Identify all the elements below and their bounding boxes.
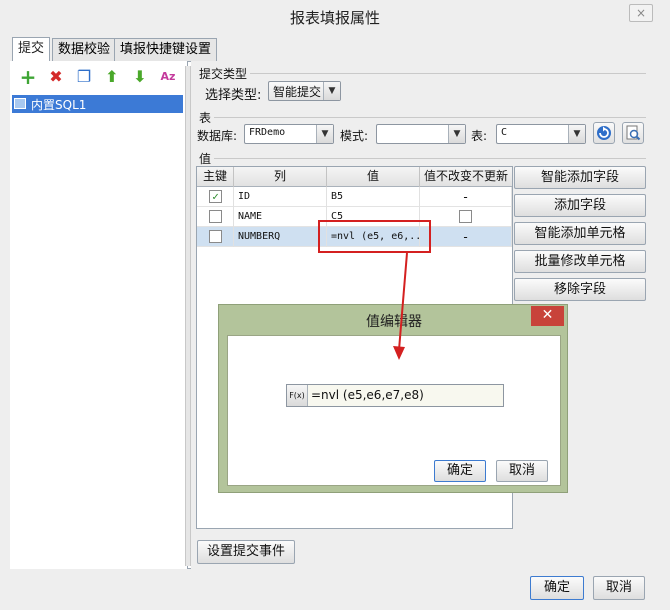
schema-select[interactable]: ▼ [376, 124, 466, 144]
move-up-icon[interactable]: ⬆ [103, 68, 121, 86]
set-submit-event-button[interactable]: 设置提交事件 [197, 540, 295, 564]
annotation-arrow [393, 252, 408, 360]
no-update-checkbox[interactable] [459, 210, 472, 223]
tab-shortcut-settings[interactable]: 填报快捷键设置 [114, 38, 218, 61]
formula-text: =nvl (e5,e6,e7,e8) [311, 388, 424, 402]
highlight-box [318, 220, 431, 253]
remove-field-button[interactable]: 移除字段 [514, 278, 646, 301]
column-header-no-update[interactable]: 值不改变不更新 [420, 167, 512, 187]
column-header-value[interactable]: 值 [327, 167, 420, 187]
formula-function-button[interactable]: F(x) [287, 385, 308, 406]
submit-type-section-label: 提交类型 [199, 67, 248, 81]
window-title: 报表填报属性 [289, 9, 380, 27]
move-down-icon[interactable]: ⬇ [131, 68, 149, 86]
chevron-down-icon: ▼ [316, 125, 333, 143]
refresh-button[interactable] [593, 122, 615, 144]
table-header: 主键 列 值 值不改变不更新 [197, 167, 512, 187]
no-update-cell[interactable]: - [420, 227, 512, 247]
submit-type-select[interactable]: 智能提交 ▼ [268, 81, 341, 101]
tree-item-builtin-sql1[interactable]: 内置SQL1 [12, 95, 183, 113]
magnifier-icon [626, 125, 641, 141]
add-icon[interactable]: + [19, 67, 37, 87]
no-update-cell[interactable]: - [420, 187, 512, 207]
value-cell[interactable]: B5 [327, 187, 420, 207]
primary-key-checkbox[interactable] [209, 230, 222, 243]
tree-item-label: 内置SQL1 [31, 98, 87, 112]
value-section-label: 值 [199, 152, 212, 166]
formula-input[interactable]: F(x) =nvl (e5,e6,e7,e8) [286, 384, 504, 407]
chevron-down-icon: ▼ [568, 125, 585, 143]
divider [214, 158, 646, 159]
table-row[interactable]: ✓ ID B5 - [197, 187, 512, 207]
pk-cell: ✓ [197, 187, 234, 207]
divider [250, 73, 646, 74]
refresh-icon [597, 126, 611, 140]
add-field-button[interactable]: 添加字段 [514, 194, 646, 217]
dialog-ok-button[interactable]: 确定 [434, 460, 486, 482]
database-select[interactable]: FRDemo ▼ [244, 124, 334, 144]
tab-data-validation[interactable]: 数据校验 [52, 38, 117, 61]
submit-type-value: 智能提交 [273, 85, 322, 99]
window-close-button[interactable]: × [629, 4, 653, 22]
select-type-label: 选择类型: [205, 88, 262, 103]
sort-icon[interactable]: Az [157, 68, 179, 86]
sql-item-icon [14, 98, 26, 109]
dialog-close-button[interactable]: ✕ [531, 306, 564, 326]
column-cell[interactable]: NUMBERQ [234, 227, 327, 247]
schema-label: 模式: [340, 129, 369, 143]
preview-table-button[interactable] [622, 122, 644, 144]
column-cell[interactable]: ID [234, 187, 327, 207]
ok-button[interactable]: 确定 [530, 576, 584, 600]
table-section-label: 表 [199, 111, 212, 125]
database-value: FRDemo [249, 127, 286, 138]
pk-cell [197, 227, 234, 247]
batch-modify-cell-button[interactable]: 批量修改单元格 [514, 250, 646, 273]
divider [214, 117, 646, 118]
primary-key-checkbox[interactable]: ✓ [209, 190, 222, 203]
copy-icon[interactable]: ❐ [75, 68, 93, 86]
smart-add-field-button[interactable]: 智能添加字段 [514, 166, 646, 189]
fx-icon: F(x) [289, 391, 305, 400]
smart-add-cell-button[interactable]: 智能添加单元格 [514, 222, 646, 245]
column-header-primary-key[interactable]: 主键 [197, 167, 234, 187]
delete-icon[interactable]: ✖ [47, 68, 65, 86]
database-label: 数据库: [197, 129, 238, 143]
dialog-cancel-button[interactable]: 取消 [496, 460, 548, 482]
submit-list-pane [10, 61, 188, 569]
primary-key-checkbox[interactable] [209, 210, 222, 223]
no-update-cell [420, 207, 512, 227]
pk-cell [197, 207, 234, 227]
chevron-down-icon: ▼ [323, 82, 340, 100]
table-value: C [501, 127, 508, 138]
table-label: 表: [471, 129, 488, 143]
cancel-button[interactable]: 取消 [593, 576, 645, 600]
column-header-column[interactable]: 列 [234, 167, 327, 187]
chevron-down-icon: ▼ [448, 125, 465, 143]
table-select[interactable]: C ▼ [496, 124, 586, 144]
column-cell[interactable]: NAME [234, 207, 327, 227]
tab-submit[interactable]: 提交 [12, 37, 51, 62]
